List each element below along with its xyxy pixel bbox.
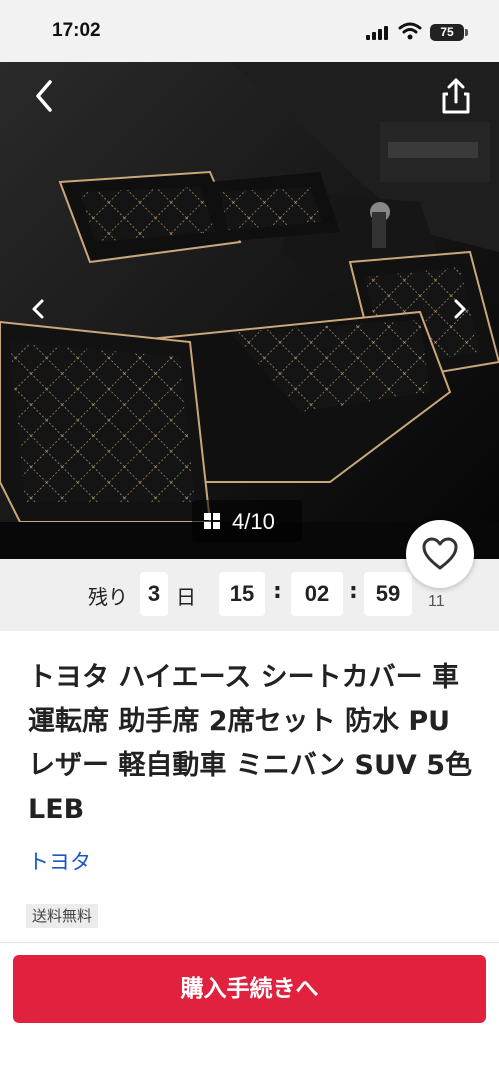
image-counter[interactable]: 4/10: [192, 500, 302, 542]
countdown-separator: :: [273, 579, 282, 604]
countdown-seconds: 59: [364, 572, 412, 616]
status-bar: 17:02 75: [0, 0, 499, 62]
grid-icon: [204, 513, 220, 529]
countdown-days: 3: [140, 572, 168, 616]
next-image-icon[interactable]: [444, 294, 474, 324]
wifi-icon: [398, 22, 422, 40]
countdown-hours: 15: [219, 572, 265, 616]
product-image-gallery[interactable]: 4/10: [0, 62, 499, 559]
image-counter-text: 4/10: [232, 509, 275, 534]
brand-link[interactable]: トヨタ: [28, 846, 91, 876]
countdown-separator: :: [349, 579, 358, 604]
purchase-button[interactable]: 購入手続きへ: [13, 955, 486, 1023]
product-photo: [0, 62, 499, 559]
free-shipping-badge: 送料無料: [26, 904, 99, 928]
battery-level: 75: [430, 24, 464, 41]
like-count: 11: [428, 593, 445, 610]
countdown-prefix: 残り: [88, 585, 128, 609]
back-icon[interactable]: [28, 76, 64, 116]
like-button[interactable]: [406, 520, 474, 588]
countdown-minutes: 02: [291, 572, 343, 616]
battery-tip: [465, 29, 468, 36]
prev-image-icon[interactable]: [24, 294, 54, 324]
status-time: 17:02: [52, 20, 101, 41]
cellular-signal-icon: [366, 26, 388, 40]
product-title: トヨタ ハイエース シートカバー 車 運転席 助手席 2席セット 防水 PUレザ…: [28, 662, 473, 825]
divider: [0, 942, 499, 943]
countdown-days-unit: 日: [176, 585, 196, 609]
share-icon[interactable]: [436, 74, 476, 118]
heart-icon: [422, 537, 458, 570]
